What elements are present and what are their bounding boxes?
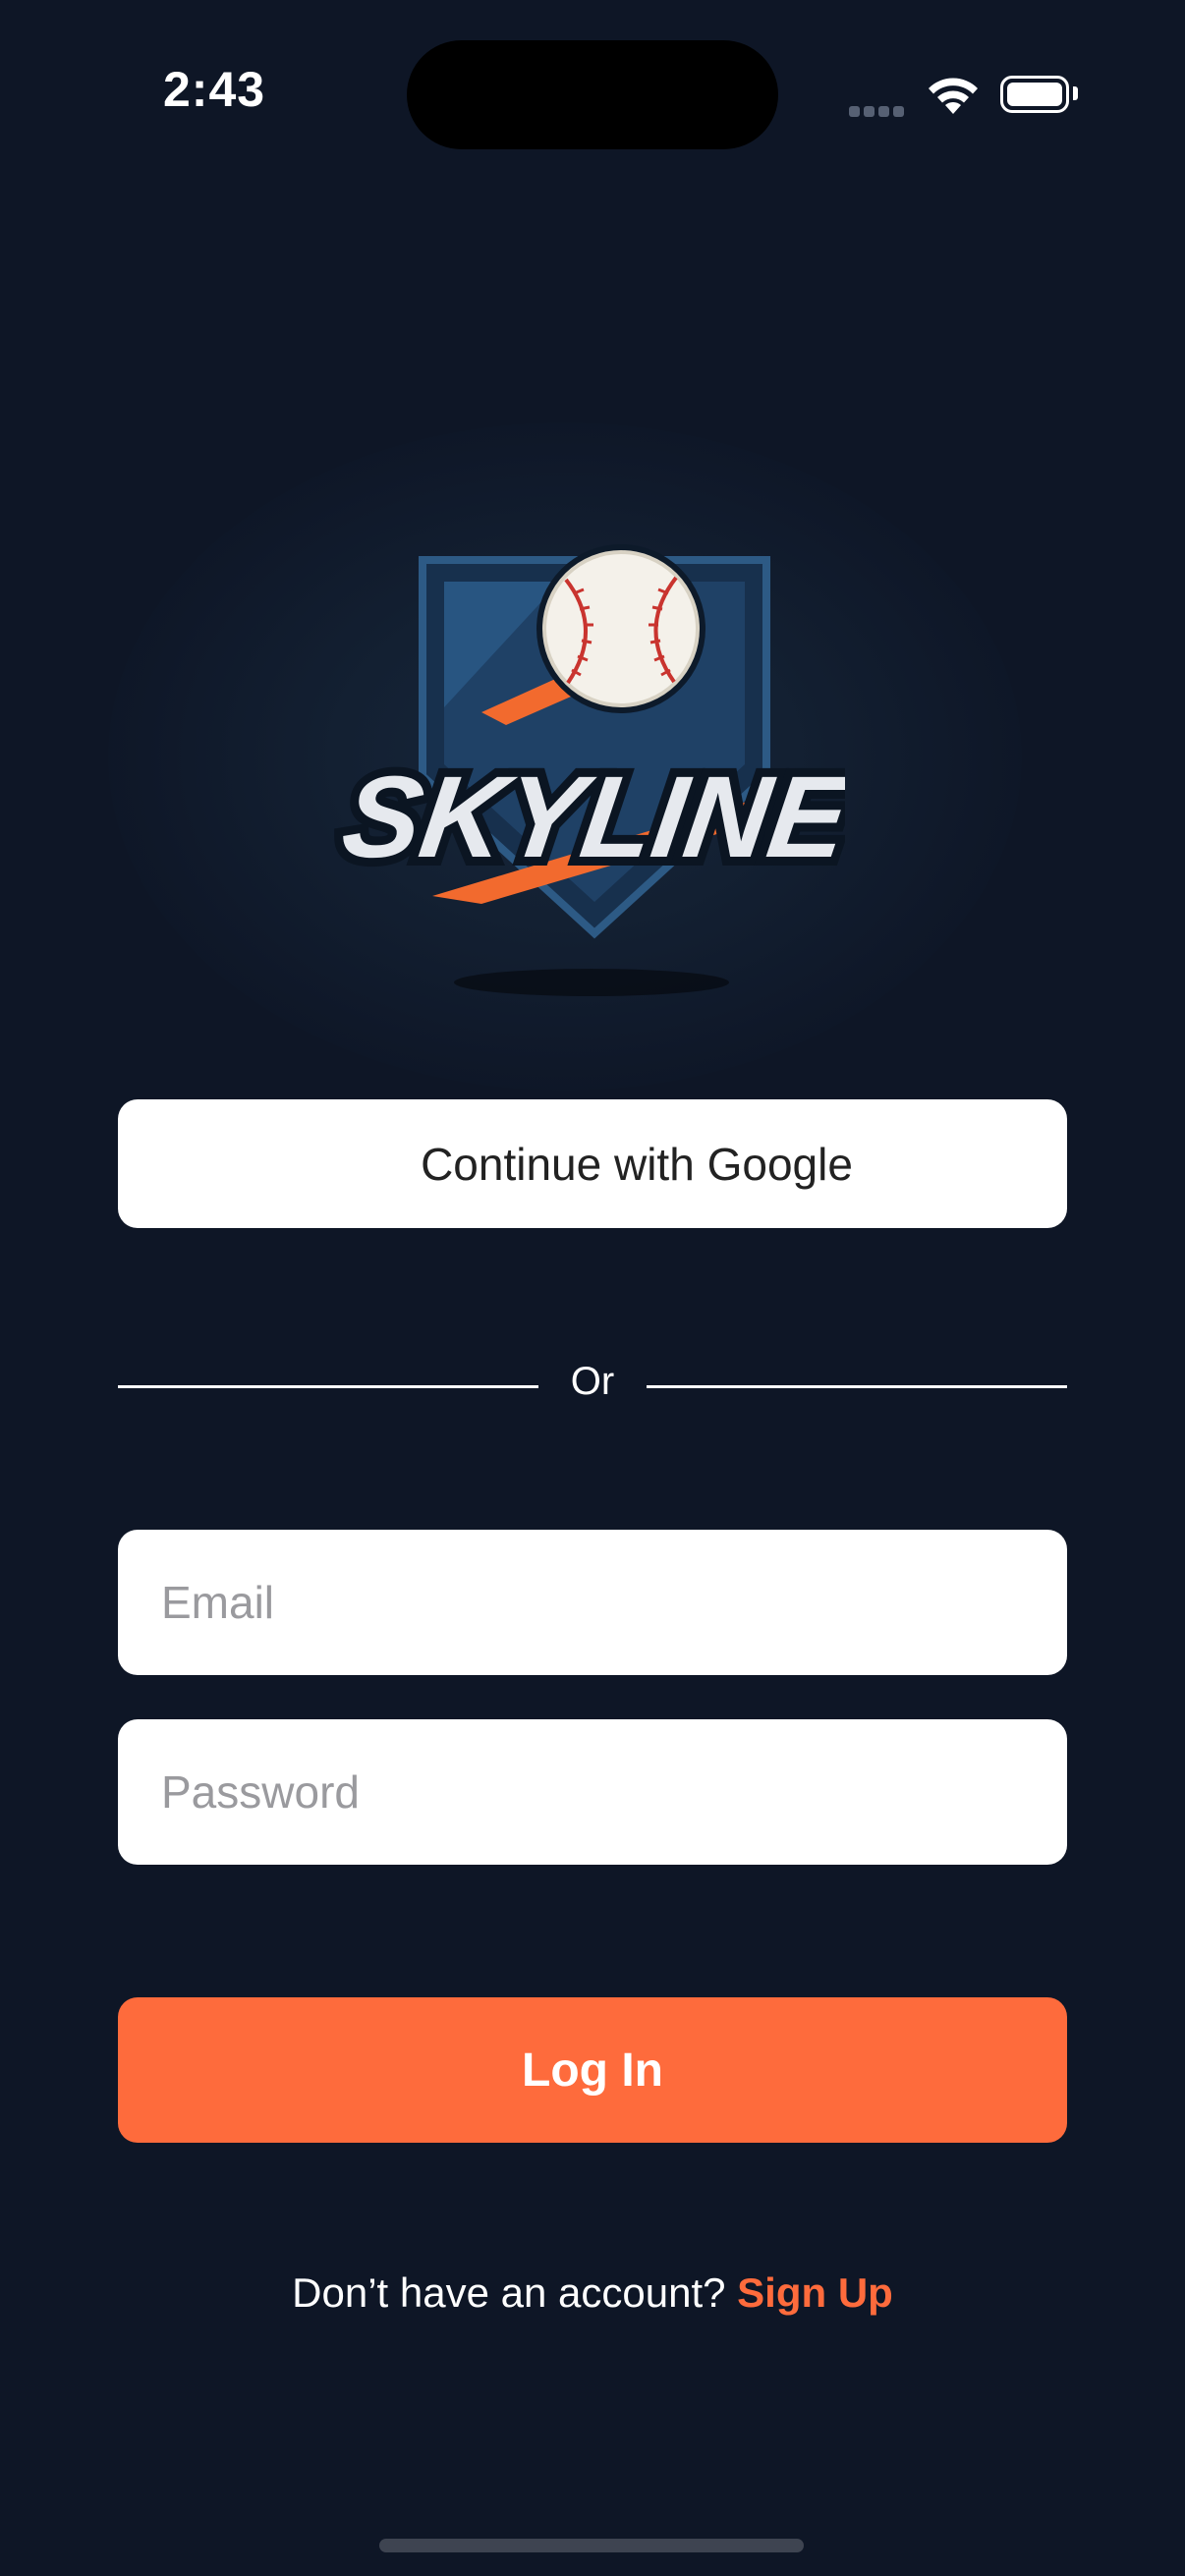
signup-prompt-row: Don’t have an account? Sign Up	[0, 2269, 1185, 2317]
log-in-button[interactable]: Log In	[118, 1997, 1067, 2143]
skyline-logo: SKYLINE SKYLINE	[334, 544, 845, 996]
divider-line-left	[118, 1385, 538, 1388]
cellular-signal-icon	[849, 104, 908, 117]
password-field[interactable]	[118, 1719, 1067, 1865]
svg-text:SKYLINE: SKYLINE	[335, 754, 845, 882]
dynamic-island	[407, 40, 778, 149]
continue-with-google-button[interactable]: Continue with Google	[118, 1099, 1067, 1228]
wifi-icon	[929, 78, 978, 114]
sign-up-link[interactable]: Sign Up	[737, 2269, 893, 2316]
battery-icon	[1000, 76, 1069, 113]
status-time: 2:43	[163, 62, 266, 117]
home-indicator[interactable]	[379, 2539, 804, 2552]
status-bar: 2:43	[0, 0, 1185, 187]
or-divider: Or	[118, 1356, 1067, 1415]
battery-cap	[1073, 86, 1078, 100]
divider-line-right	[647, 1385, 1067, 1388]
google-button-label: Continue with Google	[421, 1138, 853, 1190]
email-field[interactable]	[118, 1530, 1067, 1675]
divider-label: Or	[570, 1360, 615, 1403]
signup-prompt-text: Don’t have an account?	[292, 2269, 738, 2316]
